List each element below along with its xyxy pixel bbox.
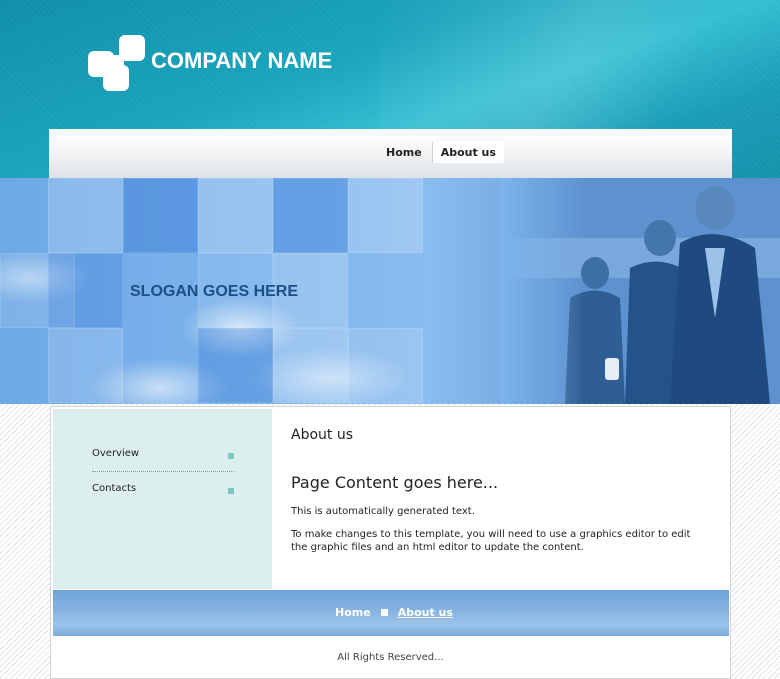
banner-tile — [198, 328, 273, 403]
body-text: This is automatically generated text. — [291, 506, 475, 517]
footer-navigation: Home About us — [53, 590, 729, 636]
nav-about-link[interactable]: About us — [431, 142, 504, 163]
footer-home-link[interactable]: Home — [335, 606, 371, 619]
business-people-image — [500, 178, 780, 404]
banner-tile — [48, 328, 123, 403]
slogan-text: SLOGAN GOES HERE — [130, 283, 299, 300]
banner-tile — [48, 178, 123, 253]
banner-tile — [273, 178, 348, 253]
company-logo-icon[interactable] — [88, 35, 146, 93]
banner-tile — [348, 178, 423, 253]
sidebar-item-overview[interactable]: Overview — [92, 448, 234, 468]
banner-tile — [273, 328, 348, 403]
hero-banner: SLOGAN GOES HERE — [0, 178, 780, 404]
square-bullet-icon — [228, 453, 234, 459]
header: COMPANY NAME Home About us — [0, 0, 780, 178]
sidebar-divider — [92, 471, 234, 472]
square-separator-icon — [380, 609, 388, 616]
banner-tile — [123, 178, 198, 253]
top-navigation: Home About us — [49, 129, 732, 178]
section-title: About us — [291, 427, 354, 443]
sidebar-item-label: Overview — [92, 448, 140, 459]
banner-tile — [48, 253, 123, 328]
sidebar-item-label: Contacts — [92, 483, 137, 494]
nav-home-link[interactable]: Home — [378, 142, 430, 163]
copyright-text: All Rights Reserved... — [337, 652, 444, 663]
content-area: Overview Contacts About us Page Content … — [50, 406, 731, 679]
sidebar-item-contacts[interactable]: Contacts — [92, 483, 234, 503]
sidebar: Overview Contacts — [53, 409, 272, 589]
banner-tile — [198, 178, 273, 253]
page-heading: Page Content goes here... — [291, 473, 499, 492]
banner-tile — [348, 328, 423, 403]
square-bullet-icon — [228, 488, 234, 494]
footer-about-link[interactable]: About us — [398, 606, 453, 619]
body-text: To make changes to this template, you wi… — [291, 529, 691, 553]
company-name: COMPANY NAME — [151, 48, 333, 73]
